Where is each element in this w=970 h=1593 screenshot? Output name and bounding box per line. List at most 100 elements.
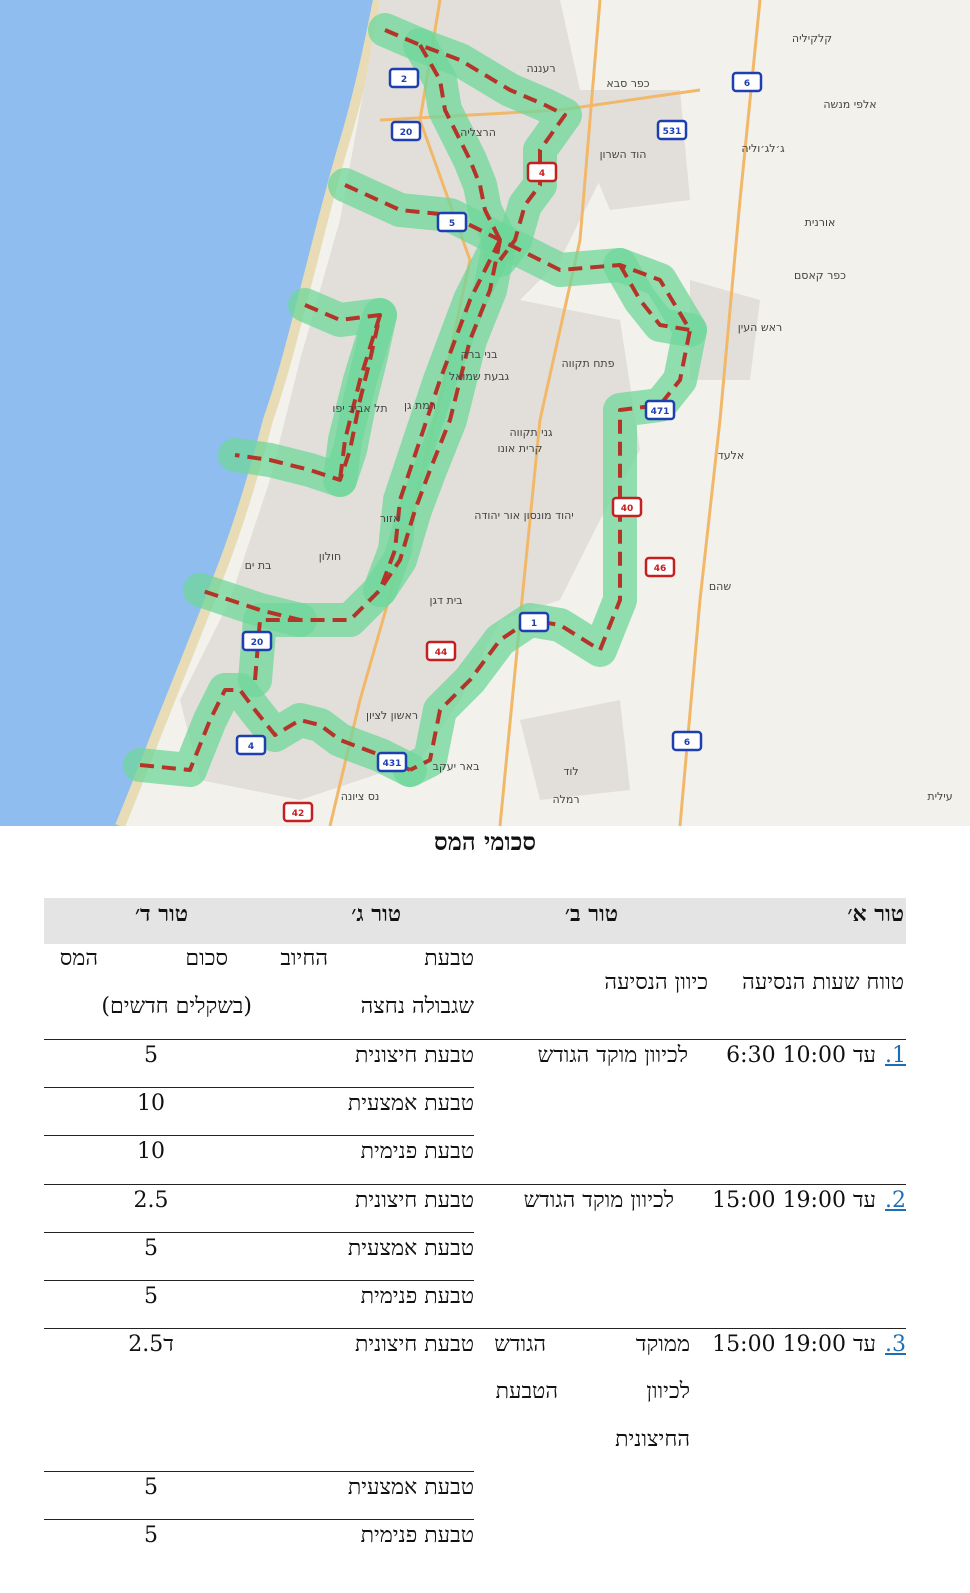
row2-ring-middle: טבעת אמצעית [347,1236,474,1261]
city-label: לוד [563,765,578,778]
row3-direction-line5: החיצונית [615,1427,690,1452]
row1-ring-middle: טבעת אמצעית [347,1091,474,1116]
row3-number-link[interactable]: 3. [885,1330,906,1360]
row3-amount-inner: 5 [144,1523,158,1548]
svg-text:4: 4 [539,169,545,179]
row3-ring-middle: טבעת אמצעית [347,1475,474,1500]
city-label: כפר סבא [606,77,649,90]
colhead-d-line1b: סכום [185,946,228,971]
city-label: באר יעקב [433,760,480,773]
header-col-d: טור ד׳ [134,901,188,927]
divider [44,1039,906,1040]
svg-text:20: 20 [400,128,413,138]
divider [44,1087,474,1088]
row3-ring-inner: טבעת פנימית [360,1523,474,1548]
row2-ring-outer: טבעת חיצונית [354,1188,474,1213]
road-shield-531: 531 [656,119,688,141]
row3-amount-outer: 2.5ד [128,1332,174,1357]
row2-time: 15:00 עד 19:00 [712,1188,876,1213]
road-shield-6: 6 [671,730,703,752]
city-label: ראש העין [738,321,782,334]
divider [44,1232,474,1233]
road-shield-46: 46 [644,556,676,578]
city-label: בת ים [245,559,272,572]
row2-number-link[interactable]: 2. [885,1186,906,1216]
svg-text:44: 44 [435,648,448,658]
row2-direction: לכיוון מוקד הגודש [523,1188,674,1213]
svg-text:6: 6 [744,79,750,89]
city-label: כפר קאסם [794,269,846,282]
colhead-a: טווח שעות הנסיעה [742,970,904,995]
row2-amount-middle: 5 [144,1236,158,1261]
city-label: קרית אונו [498,442,543,455]
city-label: הרצליה [460,126,496,139]
city-label: חולון [319,550,341,563]
row2-ring-inner: טבעת פנימית [360,1284,474,1309]
header-col-c: טור ג׳ [351,901,401,927]
row1-amount-middle: 10 [137,1091,165,1116]
svg-text:5: 5 [449,219,455,229]
road-shield-40: 40 [611,496,643,518]
city-label: פתח תקווה [562,357,615,370]
svg-text:471: 471 [651,407,670,417]
svg-text:531: 531 [663,127,682,137]
header-col-b: טור ב׳ [564,901,618,927]
row3-direction-line3: לכיוון [646,1379,690,1404]
road-shield-5: 5 [436,211,468,233]
colhead-c-line2: שגבולה נחצה [360,994,474,1019]
road-shield-6: 6 [731,71,763,93]
row2-amount-inner: 5 [144,1284,158,1309]
city-label: בית דגן [429,594,462,607]
row3-direction-line4: הטבעת [495,1379,558,1404]
city-label: קלקיליה [792,32,832,45]
colhead-d-line1c: המס [59,946,98,971]
row3-time: 15:00 עד 19:00 [712,1332,876,1357]
divider [44,1184,906,1185]
svg-text:40: 40 [621,504,634,514]
city-label: אזור [380,512,400,525]
colhead-d-line2: (בשקלים חדשים) [101,994,252,1019]
city-label: ג׳לג׳וליה [741,142,785,155]
road-shield-42: 42 [282,801,314,823]
row1-amount-outer: 5 [144,1043,158,1068]
city-label: עילית [927,790,952,803]
svg-text:2: 2 [401,75,407,85]
row3-direction-line2: הגודש [494,1332,546,1357]
city-label: גני תקווה [509,426,553,439]
row1-direction: לכיוון מוקד הגודש [537,1043,688,1068]
city-label: אלפי מנשה [823,98,876,111]
row2-amount-outer: 2.5 [133,1188,169,1213]
page-title: סכומי המס [433,827,537,856]
road-shield-431: 431 [376,751,408,773]
svg-text:42: 42 [292,809,305,819]
svg-text:431: 431 [383,759,402,769]
road-shield-4: 4 [235,734,267,756]
row1-time: 6:30 עד 10:00 [726,1043,876,1068]
colhead-b: כיוון הנסיעה [604,970,708,995]
road-shield-20: 20 [390,120,422,142]
svg-text:4: 4 [248,742,254,752]
svg-text:20: 20 [251,638,264,648]
row1-number-link[interactable]: 1. [885,1041,906,1071]
svg-text:46: 46 [654,564,667,574]
city-label: רעננה [526,62,555,75]
row3-ring-outer: טבעת חיצונית [354,1332,474,1357]
city-label: רמת גן [404,399,436,412]
road-shield-4: 4 [526,161,558,183]
city-label: ראשון לציון [366,709,418,722]
divider [44,1135,474,1136]
city-label: יהוד מונסון אור יהודה [474,509,574,522]
divider [44,1328,906,1329]
row1-ring-inner: טבעת פנימית [360,1139,474,1164]
colhead-c-line1: טבעת [424,946,474,971]
road-shield-44: 44 [425,640,457,662]
city-label: גבעת שמואל [449,370,510,383]
row1-amount-inner: 10 [137,1139,165,1164]
road-shield-20: 20 [241,630,273,652]
divider [44,1519,474,1520]
road-shield-2: 2 [388,67,420,89]
city-label: תל אביב יפו [332,402,387,415]
colhead-d-line1a: החיוב [280,946,328,971]
city-label: בני ברק [460,348,497,361]
table-header: טור א׳ טור ב׳ טור ג׳ טור ד׳ [44,898,906,944]
